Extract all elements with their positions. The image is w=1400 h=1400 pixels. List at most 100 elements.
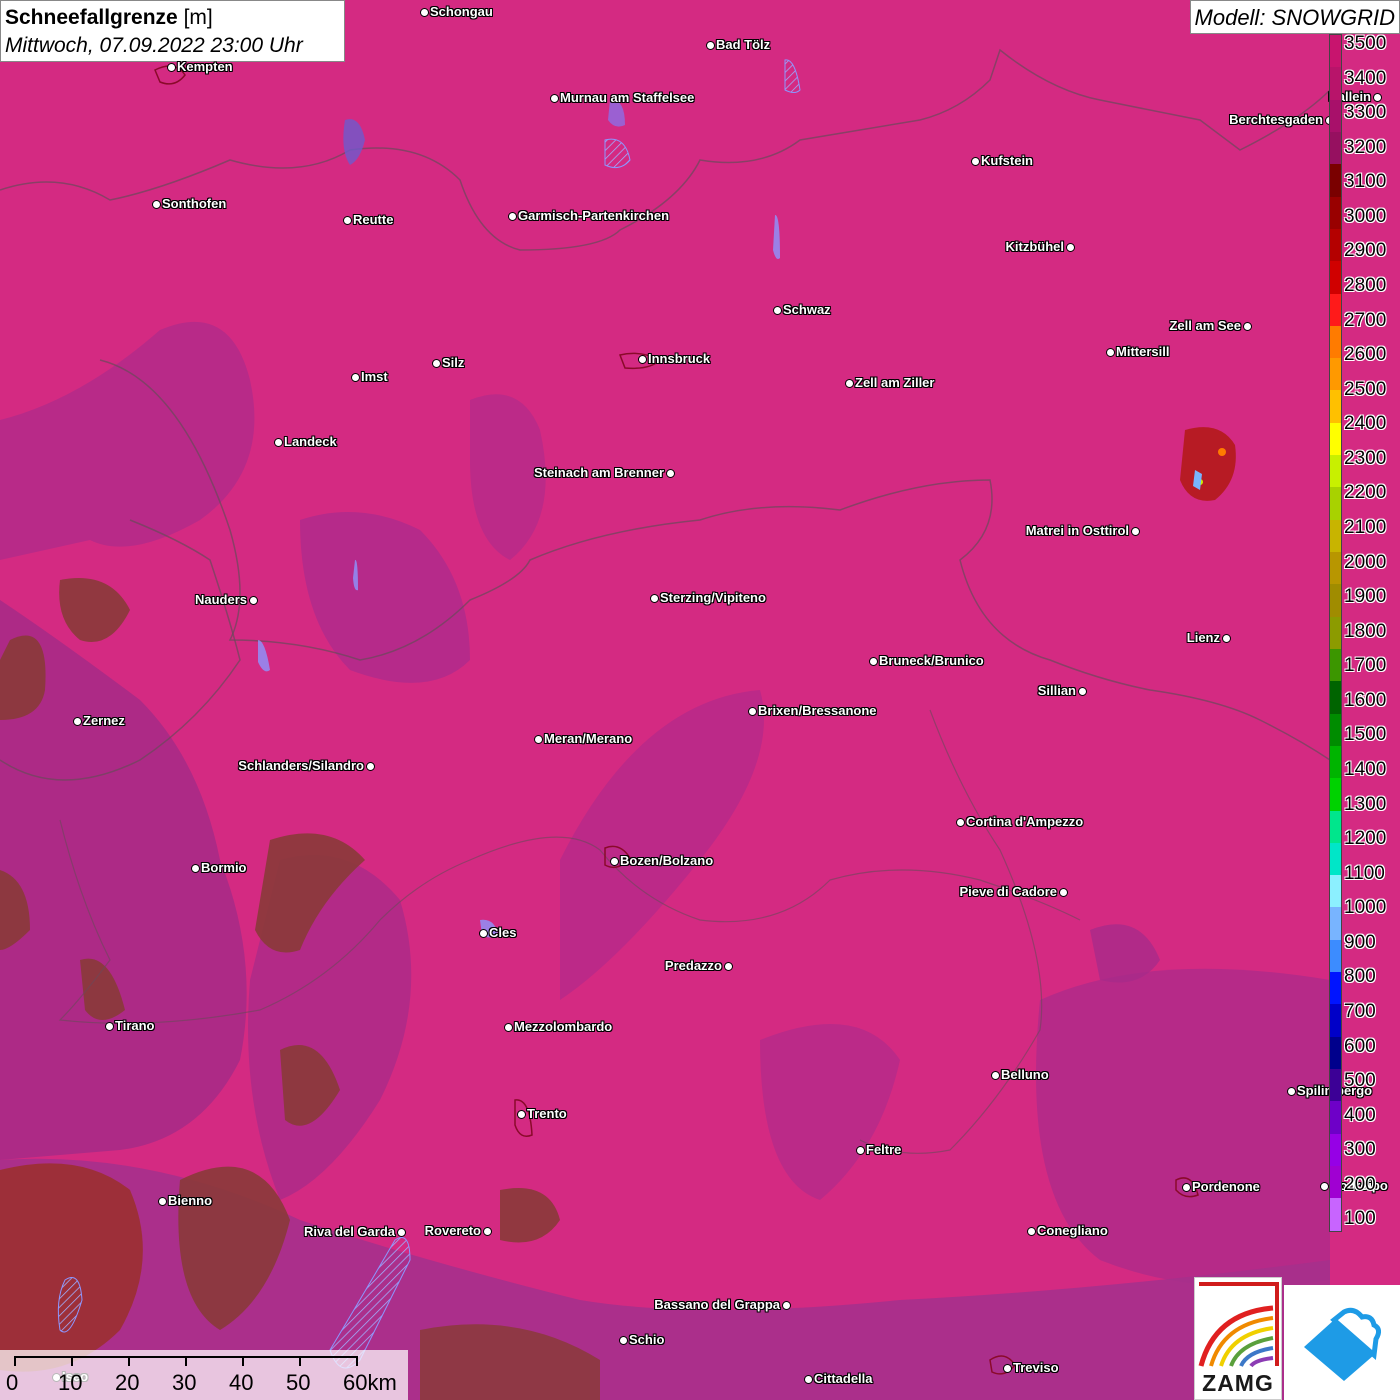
model-label: Modell: SNOWGRID: [1189, 0, 1400, 34]
legend-label: 1900: [1344, 586, 1387, 608]
legend-color-step: [1330, 810, 1341, 843]
legend-label: 2700: [1344, 309, 1387, 331]
city-label: Mittersill: [1116, 344, 1170, 359]
city-dot-icon: [351, 373, 360, 382]
zamg-rainbow-icon: [1198, 1282, 1279, 1368]
legend-color-step: [1330, 648, 1341, 682]
city-label: Zell am See: [1169, 318, 1241, 333]
zamg-logo: ZAMG: [1194, 1277, 1282, 1400]
legend-color-step: [1330, 972, 1341, 1005]
city-dot-icon: [508, 212, 517, 221]
scale-tick: [242, 1356, 244, 1366]
legend-label: 1400: [1344, 758, 1387, 780]
city-label: Schio: [629, 1332, 665, 1347]
city-label: Schlanders/Silandro: [238, 758, 364, 773]
city-label: Zell am Ziller: [855, 375, 935, 390]
legend-color-step: [1330, 939, 1341, 973]
city-label: Landeck: [284, 434, 337, 449]
city-dot-icon: [550, 94, 559, 103]
scale-tick: [185, 1356, 187, 1366]
weather-cloud-icon: [1304, 1307, 1382, 1381]
city-dot-icon: [706, 41, 715, 50]
city-label: Kufstein: [981, 153, 1033, 168]
legend-color-step: [1330, 196, 1341, 229]
city-dot-icon: [1003, 1364, 1012, 1373]
city-dot-icon: [804, 1375, 813, 1384]
scale-tick: [299, 1356, 301, 1366]
city-label: Brixen/Bressanone: [758, 703, 877, 718]
city-dot-icon: [666, 469, 675, 478]
city-dot-icon: [167, 63, 176, 72]
city-label: Garmisch-Partenkirchen: [518, 208, 670, 223]
legend-color-step: [1330, 1133, 1341, 1166]
legend-label: 2000: [1344, 551, 1387, 573]
city-label: Matrei in Osttirol: [1025, 523, 1129, 538]
city-dot-icon: [366, 762, 375, 771]
legend-label: 2800: [1344, 274, 1387, 296]
city-label: Riva del Garda: [303, 1224, 395, 1239]
city-label: Lienz: [1186, 630, 1220, 645]
legend-label: 3200: [1344, 136, 1387, 158]
city-dot-icon: [869, 657, 878, 666]
legend-color-step: [1330, 390, 1341, 423]
map-title-box: Schneefallgrenze [m] Mittwoch, 07.09.202…: [0, 0, 345, 62]
legend-color-step: [1330, 35, 1341, 68]
legend-color-step: [1330, 422, 1341, 456]
city-dot-icon: [845, 379, 854, 388]
city-label: Pordenone: [1192, 1179, 1260, 1194]
city-dot-icon: [1243, 322, 1252, 331]
legend-color-step: [1330, 261, 1341, 294]
city-label: Conegliano: [1037, 1223, 1108, 1238]
city-label: Cles: [489, 925, 517, 940]
legend-label: 3100: [1344, 171, 1387, 193]
city-dot-icon: [1287, 1087, 1296, 1096]
legend-color-step: [1330, 99, 1341, 132]
city-label: Feltre: [866, 1142, 902, 1157]
legend-color-step: [1330, 681, 1341, 714]
city-dot-icon: [479, 929, 488, 938]
legend-color-step: [1330, 713, 1341, 746]
legend-label: 900: [1344, 931, 1376, 953]
scale-label: 40: [229, 1370, 254, 1395]
scale-label: 20: [115, 1370, 140, 1395]
scale-tick: [128, 1356, 130, 1366]
city-label: Meran/Merano: [544, 731, 633, 746]
legend-color-step: [1330, 455, 1341, 488]
legend-label: 2200: [1344, 482, 1387, 504]
city-label: Tirano: [115, 1018, 155, 1033]
legend-label: 3000: [1344, 205, 1387, 227]
legend-color-step: [1330, 228, 1341, 262]
legend-label: 600: [1344, 1035, 1376, 1057]
legend-color-step: [1330, 842, 1341, 876]
scale-label: 0: [6, 1370, 19, 1395]
city-dot-icon: [483, 1227, 492, 1236]
city-dot-icon: [782, 1301, 791, 1310]
city-dot-icon: [638, 355, 647, 364]
color-legend-bar: [1329, 34, 1342, 1232]
city-label: Sillian: [1037, 683, 1076, 698]
city-label: Bormio: [201, 860, 247, 875]
city-dot-icon: [534, 735, 543, 744]
city-label: Steinach am Brenner: [533, 465, 664, 480]
scale-tick: [71, 1356, 73, 1366]
city-dot-icon: [724, 962, 733, 971]
map-title-variable: Schneefallgrenze: [5, 6, 178, 29]
legend-label: 3300: [1344, 102, 1387, 124]
snowline-map[interactable]: Schneefallgrenze [m] Mittwoch, 07.09.202…: [0, 0, 1400, 1400]
city-label: Kempten: [177, 59, 233, 74]
city-label: Schongau: [430, 4, 493, 19]
city-dot-icon: [1066, 243, 1075, 252]
map-title: Schneefallgrenze [m]: [5, 4, 340, 32]
legend-color-step: [1330, 616, 1341, 649]
legend-label: 3500: [1344, 33, 1387, 54]
city-dot-icon: [773, 306, 782, 315]
city-label: Bozen/Bolzano: [620, 853, 714, 868]
city-label: Cittadella: [814, 1371, 873, 1386]
map-datetime: Mittwoch, 07.09.2022 23:00 Uhr: [5, 34, 303, 57]
legend-label: 300: [1344, 1139, 1376, 1161]
legend-color-step: [1330, 778, 1341, 811]
legend-label: 1000: [1344, 897, 1387, 919]
legend-label: 400: [1344, 1104, 1376, 1126]
city-dot-icon: [956, 818, 965, 827]
city-dot-icon: [105, 1022, 114, 1031]
